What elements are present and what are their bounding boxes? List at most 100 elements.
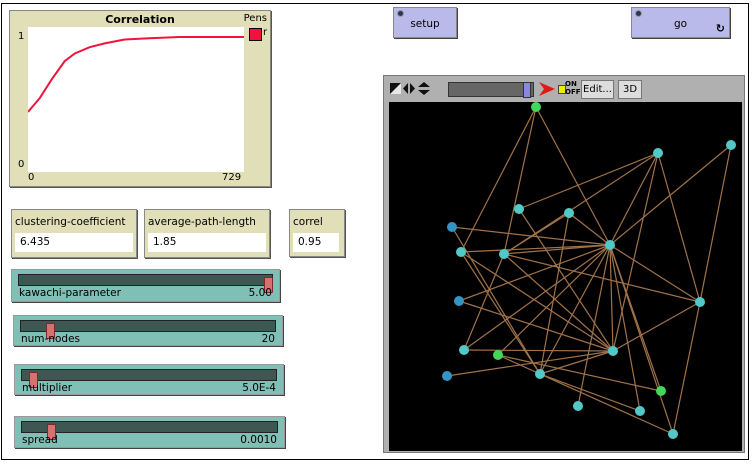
go-button[interactable]: go ↻ <box>631 7 730 38</box>
network-link <box>568 212 611 246</box>
slider-value: 0.0010 <box>240 434 277 446</box>
3d-button[interactable]: 3D <box>618 80 642 99</box>
netlogo-interface: Correlation Pens r 1 0 0 729 clustering-… <box>0 0 755 465</box>
network-link <box>497 354 662 392</box>
network-link <box>535 106 611 246</box>
speed-arrow-icon <box>539 82 555 96</box>
y-tick-max: 1 <box>18 31 25 42</box>
vertical-wrap-icon <box>418 82 430 95</box>
network-link <box>609 244 641 412</box>
network-link <box>539 373 674 435</box>
torus-icon <box>390 83 401 94</box>
network-link <box>458 244 611 302</box>
x-tick-min: 0 <box>28 172 35 183</box>
network-node <box>605 240 615 250</box>
slider-track[interactable] <box>21 421 278 440</box>
network-node <box>635 406 645 416</box>
action-key-icon <box>397 10 404 17</box>
network-node <box>499 249 509 259</box>
network-link <box>609 152 659 246</box>
slider-value: 5.0E-4 <box>242 382 276 394</box>
setup-button[interactable]: setup <box>393 7 457 38</box>
slider-label: kawachi-parameter <box>19 287 121 299</box>
x-tick-max: 729 <box>222 172 242 183</box>
network-node <box>456 247 466 257</box>
network-node <box>656 386 666 396</box>
pen-color-swatch <box>249 28 262 41</box>
view-shape-icons[interactable] <box>390 82 438 96</box>
network-node <box>454 296 464 306</box>
network-link <box>672 301 701 435</box>
network-node <box>573 401 583 411</box>
world-view: ON OFF Edit... 3D <box>383 75 745 453</box>
network-node <box>695 297 705 307</box>
pens-label: Pens <box>243 13 267 24</box>
network-node <box>442 371 452 381</box>
slider-track[interactable] <box>20 320 276 339</box>
network-node <box>564 208 574 218</box>
correlation-plot: Correlation Pens r 1 0 0 729 <box>9 10 271 187</box>
network-node <box>514 204 524 214</box>
world-canvas[interactable] <box>389 102 742 451</box>
monitor-label: clustering-coefficient <box>15 216 126 228</box>
network-link <box>518 152 659 210</box>
plot-title: Correlation <box>105 13 175 26</box>
slider-label: multiplier <box>22 382 73 394</box>
pen-name: r <box>263 27 268 38</box>
button-label: setup <box>410 18 440 30</box>
network-link <box>446 350 614 377</box>
network-link <box>609 144 732 246</box>
network-link <box>577 244 611 407</box>
action-key-icon <box>635 10 642 17</box>
edit-button[interactable]: Edit... <box>581 80 614 99</box>
network-link <box>612 301 701 352</box>
network-node <box>726 140 736 150</box>
network-node <box>668 429 678 439</box>
monitor-clustering-coefficient: clustering-coefficient 6.435 <box>11 209 137 258</box>
slider-value: 5.00 <box>248 287 272 299</box>
network-link <box>699 144 732 303</box>
monitor-value: 6.435 <box>15 233 133 252</box>
network-link <box>458 300 614 352</box>
slider-value: 20 <box>261 333 275 345</box>
network-link <box>460 106 537 253</box>
network-node <box>535 369 545 379</box>
monitor-label: average-path-length <box>148 216 256 228</box>
network-link <box>503 253 701 303</box>
view-updates-toggle[interactable]: ON OFF <box>558 80 581 98</box>
network-link <box>539 373 641 412</box>
slider-multiplier[interactable]: multiplier 5.0E-4 <box>14 364 284 395</box>
monitor-value: 0.95 <box>293 233 339 252</box>
network-node <box>493 350 503 360</box>
y-tick-min: 0 <box>18 159 25 170</box>
slider-label: spread <box>22 434 58 446</box>
speed-slider[interactable] <box>448 82 534 98</box>
horizontal-wrap-icon <box>403 83 415 94</box>
network-node <box>447 222 457 232</box>
slider-spread[interactable]: spread 0.0010 <box>14 416 285 448</box>
monitor-average-path-length: average-path-length 1.85 <box>144 209 270 258</box>
network-link <box>451 226 611 246</box>
speed-slider-thumb[interactable] <box>523 82 532 98</box>
slider-label: num-nodes <box>21 333 81 345</box>
monitor-label: correl <box>293 216 323 228</box>
button-label: go <box>673 18 688 30</box>
slider-track[interactable] <box>21 369 277 388</box>
monitor-value: 1.85 <box>148 233 266 252</box>
toggle-label: ON OFF <box>565 80 581 96</box>
plot-background <box>28 27 244 172</box>
network-node <box>459 345 469 355</box>
slider-track[interactable] <box>18 274 273 293</box>
slider-num-nodes[interactable]: num-nodes 20 <box>13 315 283 346</box>
network-node <box>608 346 618 356</box>
network-node <box>531 102 541 112</box>
network-graph <box>442 102 736 439</box>
network-link <box>503 106 537 255</box>
network-link <box>463 349 614 352</box>
forever-loop-icon: ↻ <box>715 22 725 35</box>
slider-kawachi-parameter[interactable]: kawachi-parameter 5.00 <box>11 269 280 302</box>
network-link <box>609 244 674 435</box>
plot-area <box>28 27 244 172</box>
monitor-correl: correl 0.95 <box>289 209 345 257</box>
network-node <box>653 148 663 158</box>
